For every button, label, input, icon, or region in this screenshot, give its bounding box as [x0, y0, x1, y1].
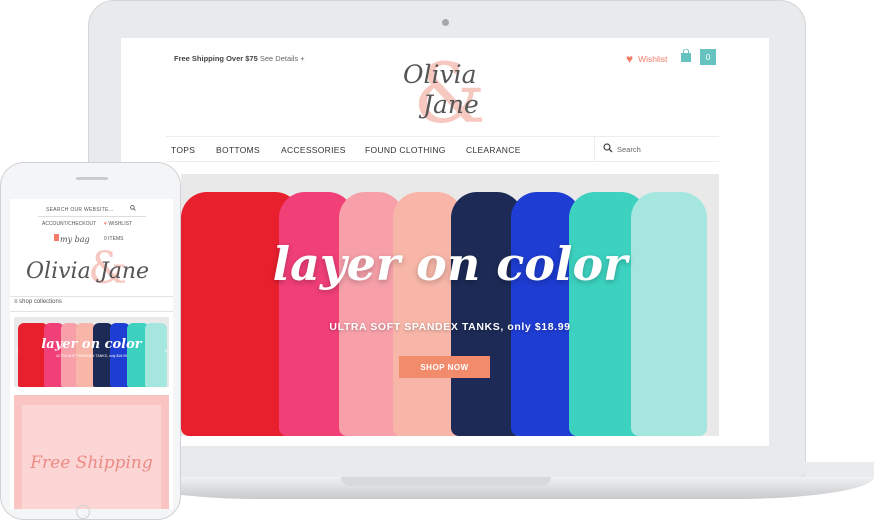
desktop-site: Free Shipping Over $75 See Details + ♥ W…	[121, 38, 769, 446]
nav-tops[interactable]: TOPS	[171, 145, 195, 155]
mobile-site: SEARCH OUR WEBSITE... ACCOUNT/CHECKOUT ♥…	[10, 199, 173, 509]
mobile-collections-menu[interactable]: ≡ shop collections	[10, 296, 173, 312]
mobile-bag-icon[interactable]	[54, 234, 59, 241]
main-nav: TOPS BOTTOMS ACCESSORIES FOUND CLOTHING …	[166, 136, 719, 162]
shipping-details-link[interactable]: See Details +	[260, 54, 305, 63]
wishlist-label: Wishlist	[638, 54, 668, 64]
mobile-logo-jane: Jane	[99, 259, 150, 284]
free-shipping-inner: Free Shipping	[22, 405, 161, 509]
free-shipping-banner[interactable]: Free Shipping	[14, 395, 169, 509]
cart-count-badge[interactable]: 0	[700, 49, 716, 65]
mobile-hero-banner[interactable]: ‹ › layer on color ULTRA SOFT SPANDEX TA…	[14, 317, 169, 387]
mobile-collections-label: ≡ shop collections	[14, 299, 62, 305]
search-icon	[603, 143, 613, 153]
heart-icon: ♥	[626, 52, 634, 66]
hero-title: layer on color	[272, 237, 628, 291]
mobile-search-icon[interactable]	[130, 205, 136, 211]
search-box[interactable]: Search	[594, 137, 720, 161]
shipping-notice: Free Shipping Over $75 See Details +	[174, 54, 305, 63]
mobile-logo[interactable]: & Olivia Jane	[26, 247, 156, 291]
laptop-notch	[341, 477, 551, 486]
nav-accessories[interactable]: ACCESSORIES	[281, 145, 346, 155]
laptop-hinge	[805, 462, 874, 478]
mobile-wishlist-label: WISHLIST	[108, 221, 132, 227]
nav-found-clothing[interactable]: FOUND CLOTHING	[365, 145, 446, 155]
shop-now-button[interactable]: SHOP NOW	[399, 356, 490, 378]
mobile-bag-label[interactable]: my bag	[60, 235, 90, 244]
search-placeholder: Search	[617, 145, 641, 154]
nav-clearance[interactable]: CLEARANCE	[466, 145, 521, 155]
mobile-logo-olivia: Olivia	[26, 259, 91, 284]
free-shipping-text: Free Shipping	[30, 453, 153, 473]
mobile-hero-subtitle: ULTRA SOFT SPANDEX TANKS, only $18.99	[55, 354, 128, 358]
mobile-wishlist-link[interactable]: ♥ WISHLIST	[104, 221, 132, 227]
logo-line2: Jane	[423, 90, 479, 119]
phone-speaker	[76, 177, 108, 180]
mobile-hero-title: layer on color	[41, 337, 142, 352]
hero-banner[interactable]: layer on color ULTRA SOFT SPANDEX TANKS,…	[181, 174, 719, 436]
heart-icon: ♥	[104, 221, 107, 227]
search-underline	[38, 216, 146, 217]
shipping-text: Free Shipping Over $75	[174, 54, 258, 63]
site-logo[interactable]: & Olivia Jane	[391, 54, 491, 136]
wishlist-link[interactable]: ♥ Wishlist	[626, 52, 667, 66]
mobile-search-input[interactable]: SEARCH OUR WEBSITE...	[46, 207, 168, 213]
logo-line1: Olivia	[403, 60, 477, 89]
mobile-logo-text: Olivia Jane	[26, 259, 149, 284]
camera-icon	[442, 19, 449, 26]
nav-bottoms[interactable]: BOTTOMS	[216, 145, 260, 155]
shopping-bag-icon[interactable]	[680, 49, 692, 63]
phone-home-button[interactable]	[76, 505, 90, 519]
phone-frame: SEARCH OUR WEBSITE... ACCOUNT/CHECKOUT ♥…	[0, 162, 181, 520]
mobile-account-link[interactable]: ACCOUNT/CHECKOUT	[42, 221, 96, 227]
mobile-bag-items: 0 ITEMS	[104, 236, 124, 242]
tank-mint	[631, 192, 707, 436]
hero-subtitle: ULTRA SOFT SPANDEX TANKS, only $18.99	[329, 321, 571, 333]
